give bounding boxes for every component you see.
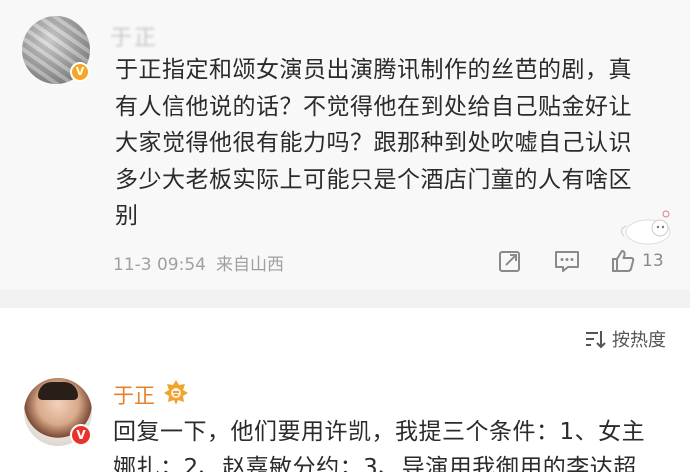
comment-text: 于正指定和颂女演员出演腾讯制作的丝芭的剧，真 有人信他说的话？不觉得他在到处给自…: [115, 52, 680, 235]
comment-icon: [555, 251, 579, 272]
reply-text-line: 娜扎；2、赵嘉敏分约；3、导演用我御用的李达超: [113, 455, 637, 472]
level-badge-icon: [164, 380, 188, 405]
like-button[interactable]: 13: [610, 246, 664, 276]
comment-meta: 11-3 09:54 来自山西: [113, 250, 284, 275]
share-button[interactable]: [497, 246, 523, 276]
sort-icon: [586, 331, 606, 349]
reply-text-line: 回复一下，他们要用许凯，我提三个条件：1、女主: [113, 419, 646, 445]
reply-text: 回复一下，他们要用许凯，我提三个条件：1、女主 娜扎；2、赵嘉敏分约；3、导演用…: [113, 414, 683, 472]
source-location: 来自山西: [215, 255, 284, 275]
vip-badge-icon: V: [70, 62, 90, 82]
comment-button[interactable]: [553, 246, 581, 276]
comment-author[interactable]: 于正: [110, 20, 158, 52]
sort-label: 按热度: [612, 330, 666, 351]
thumbs-up-icon: [612, 250, 635, 272]
comment-text-line: 多少大老板实际上可能只是个酒店门童的人有啥区: [115, 166, 632, 193]
comment-card: V 于正 于正指定和颂女演员出演腾讯制作的丝芭的剧，真 有人信他说的话？不觉得他…: [0, 0, 690, 290]
comment-text-line: 大家觉得他很有能力吗？跟那种到处吹嘘自己认识: [115, 130, 632, 156]
comment-text-line: 别: [115, 203, 139, 229]
sort-toggle[interactable]: 按热度: [584, 326, 666, 352]
share-icon: [499, 251, 520, 272]
comment-text-line: 有人信他说的话？不觉得他在到处给自己贴金好让: [115, 93, 632, 120]
section-divider: [0, 290, 690, 308]
sticker-icon: [620, 210, 671, 245]
like-count: 13: [642, 251, 664, 271]
reply-author[interactable]: 于正: [113, 380, 155, 410]
comment-text-line: 于正指定和颂女演员出演腾讯制作的丝芭的剧，真: [115, 57, 632, 83]
timestamp: 11-3 09:54: [113, 255, 206, 275]
verified-badge-icon: V: [70, 424, 92, 446]
